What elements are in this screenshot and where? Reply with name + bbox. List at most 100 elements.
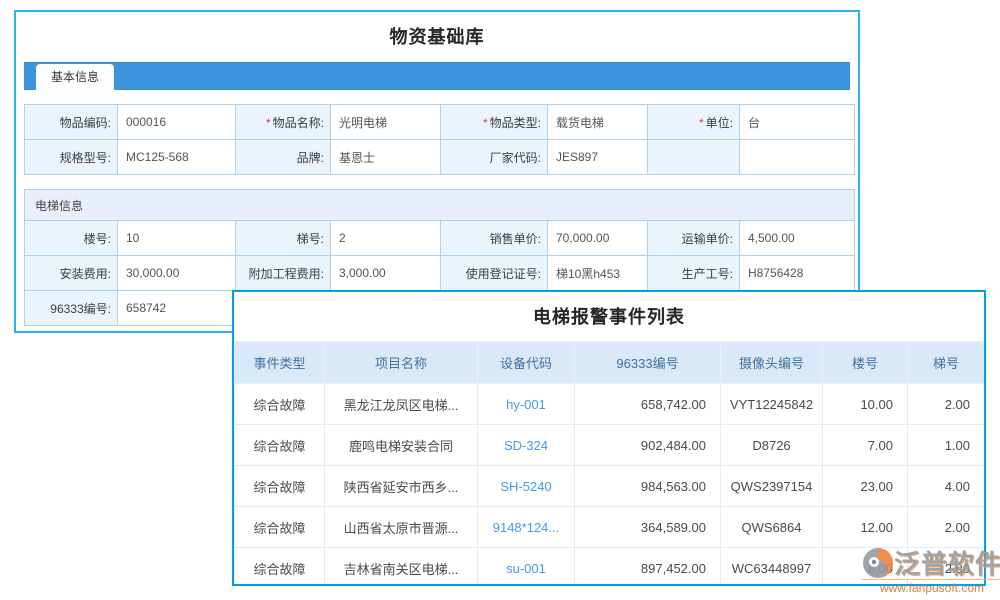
field-value-sale-price[interactable]: 70,000.00 <box>548 221 648 256</box>
section-header-row: 电梯信息 <box>25 190 855 221</box>
field-label-registration-no: 使用登记证号: <box>441 256 548 291</box>
cell-event-type: 综合故障 <box>235 425 325 466</box>
cell-building-no: 7.00 <box>823 425 908 466</box>
field-value-unit[interactable]: 台 <box>740 105 855 140</box>
cell-project-name: 黑龙江龙凤区电梯... <box>325 384 478 425</box>
cell-event-type: 综合故障 <box>235 466 325 507</box>
field-value-empty <box>740 140 855 175</box>
field-label-maker-code: 厂家代码: <box>441 140 548 175</box>
column-header-lift-no[interactable]: 梯号 <box>908 342 985 384</box>
screen: 物资基础库 基本信息 物品编码: 000016 *物品名称: 光明电梯 *物品类… <box>0 0 1000 600</box>
cell-96333-no: 902,484.00 <box>575 425 721 466</box>
table-row[interactable]: 综合故障 陕西省延安市西乡... SH-5240 984,563.00 QWS2… <box>235 466 985 507</box>
vendor-watermark: 泛普软件 www.fanpusoft.com <box>862 544 1000 595</box>
cell-lift-no: 2.00 <box>908 507 985 548</box>
table-row[interactable]: 综合故障 黑龙江龙凤区电梯... hy-001 658,742.00 VYT12… <box>235 384 985 425</box>
cell-device-code-link[interactable]: 9148*124... <box>478 507 575 548</box>
required-mark: * <box>483 116 488 130</box>
field-value-install-fee[interactable]: 30,000.00 <box>118 256 236 291</box>
cell-device-code-link[interactable]: hy-001 <box>478 384 575 425</box>
cell-camera-no: D8726 <box>721 425 823 466</box>
field-value-item-type[interactable]: 载货电梯 <box>548 105 648 140</box>
field-label-empty <box>648 140 740 175</box>
field-label-item-code: 物品编码: <box>25 105 118 140</box>
material-window-title: 物资基础库 <box>16 23 858 49</box>
column-header-camera-no[interactable]: 摄像头编号 <box>721 342 823 384</box>
field-label-brand: 品牌: <box>236 140 331 175</box>
field-value-maker-code[interactable]: JES897 <box>548 140 648 175</box>
cell-lift-no: 4.00 <box>908 466 985 507</box>
basic-info-form: 物品编码: 000016 *物品名称: 光明电梯 *物品类型: 载货电梯 *单位… <box>24 104 855 175</box>
cell-project-name: 陕西省延安市西乡... <box>325 466 478 507</box>
section-title-elevator-info: 电梯信息 <box>25 190 855 221</box>
field-value-extra-fee[interactable]: 3,000.00 <box>331 256 441 291</box>
field-label-building-no: 楼号: <box>25 221 118 256</box>
cell-building-no: 23.00 <box>823 466 908 507</box>
field-label-lift-no: 梯号: <box>236 221 331 256</box>
field-label-item-name: *物品名称: <box>236 105 331 140</box>
field-label-96333-no: 96333编号: <box>25 291 118 326</box>
field-label-unit: *单位: <box>648 105 740 140</box>
required-mark: * <box>266 116 271 130</box>
required-mark: * <box>699 116 704 130</box>
cell-lift-no: 2.00 <box>908 384 985 425</box>
watermark-brand-text: 泛普软件 <box>894 544 1000 581</box>
field-label-extra-fee: 附加工程费用: <box>236 256 331 291</box>
table-row[interactable]: 综合故障 山西省太原市晋源... 9148*124... 364,589.00 … <box>235 507 985 548</box>
field-label-production-no: 生产工号: <box>648 256 740 291</box>
column-header-device-code[interactable]: 设备代码 <box>478 342 575 384</box>
cell-camera-no: VYT12245842 <box>721 384 823 425</box>
cell-event-type: 综合故障 <box>235 548 325 587</box>
cell-building-no: 10.00 <box>823 384 908 425</box>
cell-project-name: 吉林省南关区电梯... <box>325 548 478 587</box>
table-header-row: 事件类型 项目名称 设备代码 96333编号 摄像头编号 楼号 梯号 <box>235 342 985 384</box>
fanpu-logo-icon <box>862 547 894 579</box>
alarm-window-title: 电梯报警事件列表 <box>234 303 984 329</box>
field-label-sale-price: 销售单价: <box>441 221 548 256</box>
cell-building-no: 12.00 <box>823 507 908 548</box>
cell-device-code-link[interactable]: su-001 <box>478 548 575 587</box>
form-row: 楼号: 10 梯号: 2 销售单价: 70,000.00 运输单价: 4,500… <box>25 221 855 256</box>
tab-bar: 基本信息 <box>24 62 850 90</box>
cell-event-type: 综合故障 <box>235 384 325 425</box>
field-label-install-fee: 安装费用: <box>25 256 118 291</box>
cell-96333-no: 984,563.00 <box>575 466 721 507</box>
field-value-lift-no[interactable]: 2 <box>331 221 441 256</box>
field-value-registration-no[interactable]: 梯10黑h453 <box>548 256 648 291</box>
field-label-spec-model: 规格型号: <box>25 140 118 175</box>
form-row: 物品编码: 000016 *物品名称: 光明电梯 *物品类型: 载货电梯 *单位… <box>25 105 855 140</box>
field-value-spec-model[interactable]: MC125-568 <box>118 140 236 175</box>
watermark-url[interactable]: www.fanpusoft.com <box>862 579 1000 595</box>
form-row: 规格型号: MC125-568 品牌: 基恩士 厂家代码: JES897 <box>25 140 855 175</box>
form-row: 安装费用: 30,000.00 附加工程费用: 3,000.00 使用登记证号:… <box>25 256 855 291</box>
cell-device-code-link[interactable]: SH-5240 <box>478 466 575 507</box>
field-label-item-type: *物品类型: <box>441 105 548 140</box>
cell-event-type: 综合故障 <box>235 507 325 548</box>
cell-device-code-link[interactable]: SD-324 <box>478 425 575 466</box>
cell-camera-no: QWS2397154 <box>721 466 823 507</box>
field-value-building-no[interactable]: 10 <box>118 221 236 256</box>
cell-camera-no: WC63448997 <box>721 548 823 587</box>
cell-lift-no: 1.00 <box>908 425 985 466</box>
table-row[interactable]: 综合故障 鹿鸣电梯安装合同 SD-324 902,484.00 D8726 7.… <box>235 425 985 466</box>
column-header-event-type[interactable]: 事件类型 <box>235 342 325 384</box>
alarm-event-window: 电梯报警事件列表 事件类型 项目名称 设备代码 96333编号 摄像头编号 楼号… <box>232 290 986 586</box>
column-header-building-no[interactable]: 楼号 <box>823 342 908 384</box>
cell-camera-no: QWS6864 <box>721 507 823 548</box>
field-value-production-no[interactable]: H8756428 <box>740 256 855 291</box>
field-value-brand[interactable]: 基恩士 <box>331 140 441 175</box>
cell-96333-no: 364,589.00 <box>575 507 721 548</box>
cell-96333-no: 658,742.00 <box>575 384 721 425</box>
tab-basic-info[interactable]: 基本信息 <box>36 64 114 90</box>
material-base-window: 物资基础库 基本信息 物品编码: 000016 *物品名称: 光明电梯 *物品类… <box>14 10 860 333</box>
field-value-transport-price[interactable]: 4,500.00 <box>740 221 855 256</box>
field-value-item-name[interactable]: 光明电梯 <box>331 105 441 140</box>
field-value-item-code[interactable]: 000016 <box>118 105 236 140</box>
field-value-96333-no[interactable]: 658742 <box>118 291 236 326</box>
column-header-project-name[interactable]: 项目名称 <box>325 342 478 384</box>
cell-96333-no: 897,452.00 <box>575 548 721 587</box>
cell-project-name: 鹿鸣电梯安装合同 <box>325 425 478 466</box>
field-label-transport-price: 运输单价: <box>648 221 740 256</box>
cell-project-name: 山西省太原市晋源... <box>325 507 478 548</box>
column-header-96333-no[interactable]: 96333编号 <box>575 342 721 384</box>
